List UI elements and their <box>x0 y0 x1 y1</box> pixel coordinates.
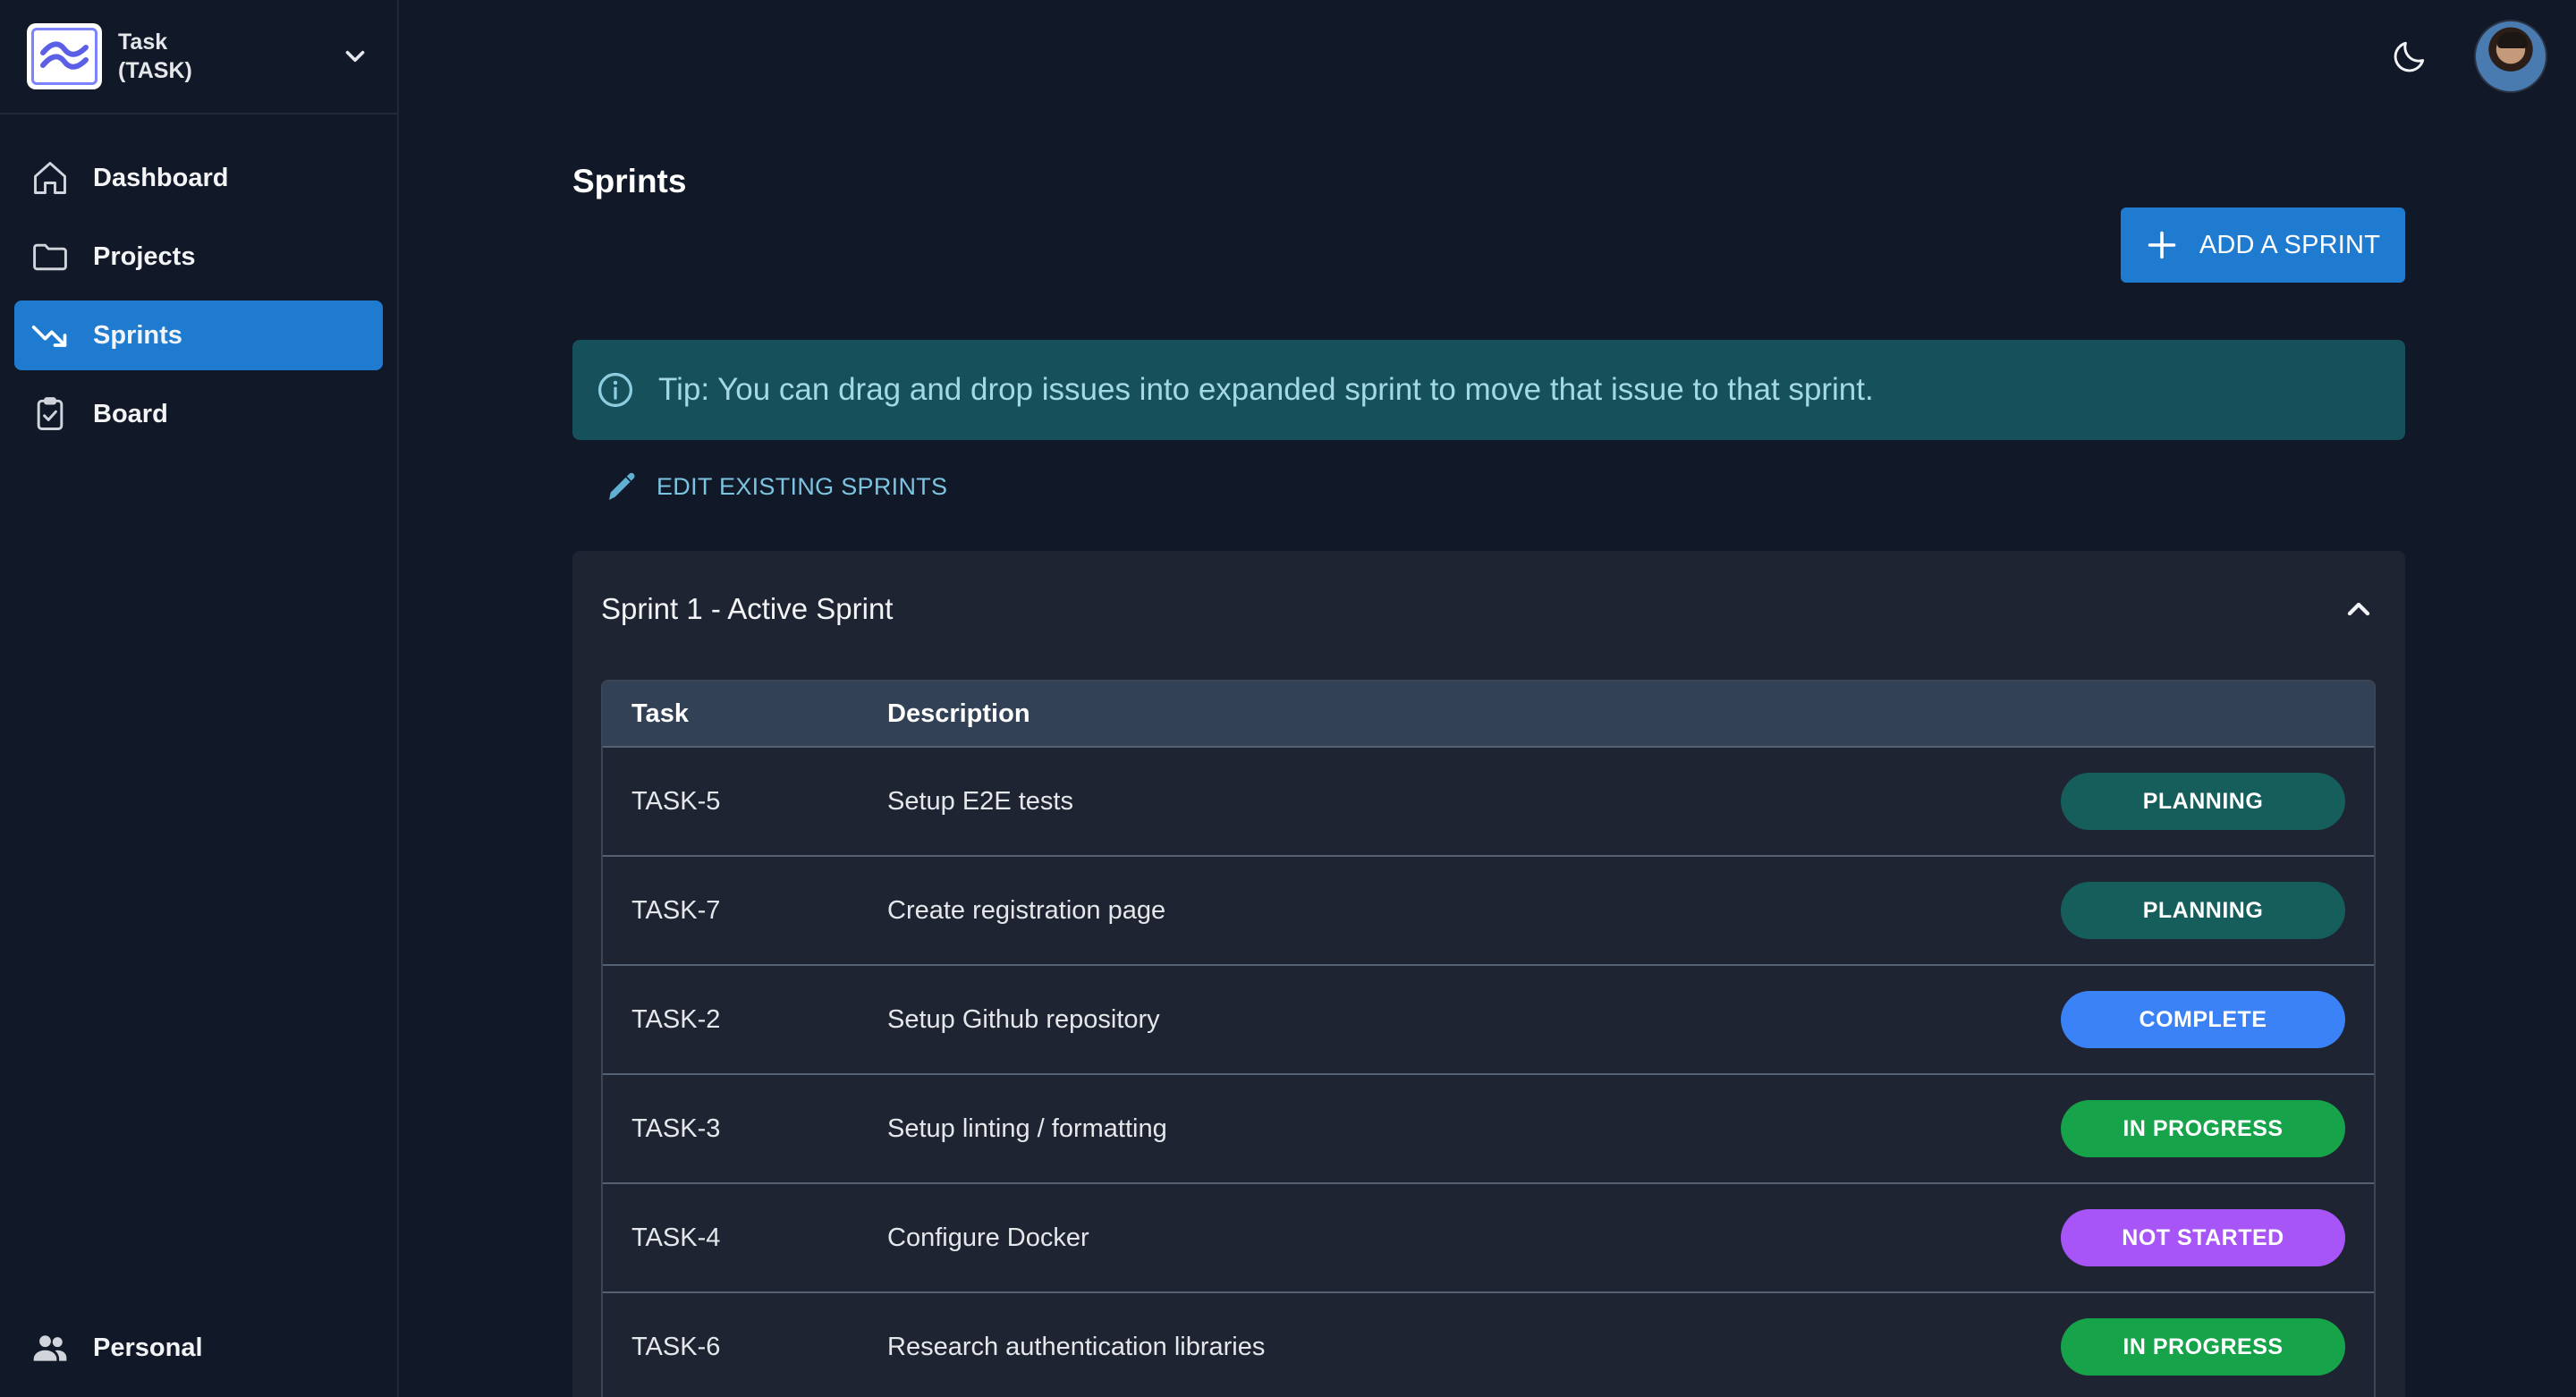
sidebar: Task (TASK) Dashboard Projects Sprints B… <box>0 0 399 1397</box>
sidebar-footer: Personal <box>0 1299 397 1397</box>
sidebar-item-label: Personal <box>93 1333 203 1362</box>
task-description: Create registration page <box>887 895 1166 925</box>
column-header-description: Description <box>887 698 1030 728</box>
table-row[interactable]: TASK-2 Setup Github repository COMPLETE <box>603 966 2374 1075</box>
task-description: Setup Github repository <box>887 1004 1160 1034</box>
task-description: Research authentication libraries <box>887 1332 1266 1361</box>
project-switcher[interactable]: Task (TASK) <box>0 0 397 114</box>
sidebar-item-label: Board <box>93 399 168 428</box>
people-icon <box>30 1328 70 1367</box>
task-key: TASK-3 <box>631 1113 721 1143</box>
tip-alert: Tip: You can drag and drop issues into e… <box>572 340 2405 440</box>
project-name: Task (TASK) <box>118 28 340 85</box>
task-key: TASK-4 <box>631 1223 721 1252</box>
sprint-issues-table: Task Description TASK-5 Setup E2E tests … <box>601 680 2376 1397</box>
task-description: Setup linting / formatting <box>887 1113 1167 1143</box>
table-row[interactable]: TASK-4 Configure Docker NOT STARTED <box>603 1184 2374 1293</box>
task-key: TASK-5 <box>631 786 721 816</box>
clipboard-check-icon <box>30 394 70 434</box>
task-description: Setup E2E tests <box>887 786 1073 816</box>
avatar[interactable] <box>2474 20 2547 93</box>
sidebar-item-personal[interactable]: Personal <box>14 1299 383 1397</box>
edit-existing-sprints-link[interactable]: EDIT EXISTING SPRINTS <box>605 469 947 504</box>
add-sprint-label: ADD A SPRINT <box>2199 230 2381 259</box>
home-icon <box>30 158 70 198</box>
table-row[interactable]: TASK-7 Create registration page PLANNING <box>603 857 2374 966</box>
task-description: Configure Docker <box>887 1223 1089 1252</box>
table-row[interactable]: TASK-5 Setup E2E tests PLANNING <box>603 748 2374 857</box>
project-logo <box>27 23 102 89</box>
folder-icon <box>30 237 70 276</box>
sidebar-item-projects[interactable]: Projects <box>14 222 383 292</box>
edit-existing-sprints-label: EDIT EXISTING SPRINTS <box>657 472 948 500</box>
status-badge[interactable]: IN PROGRESS <box>2061 1100 2345 1157</box>
status-badge[interactable]: NOT STARTED <box>2061 1209 2345 1266</box>
table-header: Task Description <box>603 682 2374 748</box>
add-sprint-button[interactable]: ADD A SPRINT <box>2121 207 2405 283</box>
status-badge[interactable]: PLANNING <box>2061 882 2345 939</box>
table-row[interactable]: TASK-3 Setup linting / formatting IN PRO… <box>603 1075 2374 1184</box>
sidebar-item-label: Dashboard <box>93 163 229 192</box>
sprint-header[interactable]: Sprint 1 - Active Sprint <box>572 551 2405 667</box>
table-row[interactable]: TASK-6 Research authentication libraries… <box>603 1293 2374 1397</box>
sidebar-nav: Dashboard Projects Sprints Board <box>0 114 397 449</box>
tip-text: Tip: You can drag and drop issues into e… <box>658 372 1874 407</box>
column-header-task: Task <box>631 698 689 728</box>
header-actions <box>2388 20 2547 93</box>
chevron-up-icon[interactable] <box>2341 591 2377 627</box>
sprint-title: Sprint 1 - Active Sprint <box>601 592 894 625</box>
sidebar-item-dashboard[interactable]: Dashboard <box>14 143 383 213</box>
sidebar-item-board[interactable]: Board <box>14 379 383 449</box>
pencil-icon <box>609 472 635 500</box>
sidebar-item-label: Sprints <box>93 320 182 350</box>
sidebar-item-sprints[interactable]: Sprints <box>14 301 383 370</box>
page-title: Sprints <box>572 163 687 199</box>
chevron-down-icon[interactable] <box>340 41 370 72</box>
task-key: TASK-6 <box>631 1332 721 1361</box>
moon-icon[interactable] <box>2388 35 2431 78</box>
project-name-label: Task <box>118 30 168 55</box>
sprint-panel: Sprint 1 - Active Sprint Task Descriptio… <box>572 551 2405 1397</box>
status-badge[interactable]: COMPLETE <box>2061 991 2345 1048</box>
trending-down-icon <box>30 316 70 355</box>
task-key: TASK-2 <box>631 1004 721 1034</box>
sidebar-item-label: Projects <box>93 241 196 271</box>
status-badge[interactable]: PLANNING <box>2061 773 2345 830</box>
task-key: TASK-7 <box>631 895 721 925</box>
status-badge[interactable]: IN PROGRESS <box>2061 1318 2345 1376</box>
info-icon <box>597 372 633 408</box>
project-key-label: (TASK) <box>118 58 192 83</box>
plus-icon <box>2148 231 2176 259</box>
